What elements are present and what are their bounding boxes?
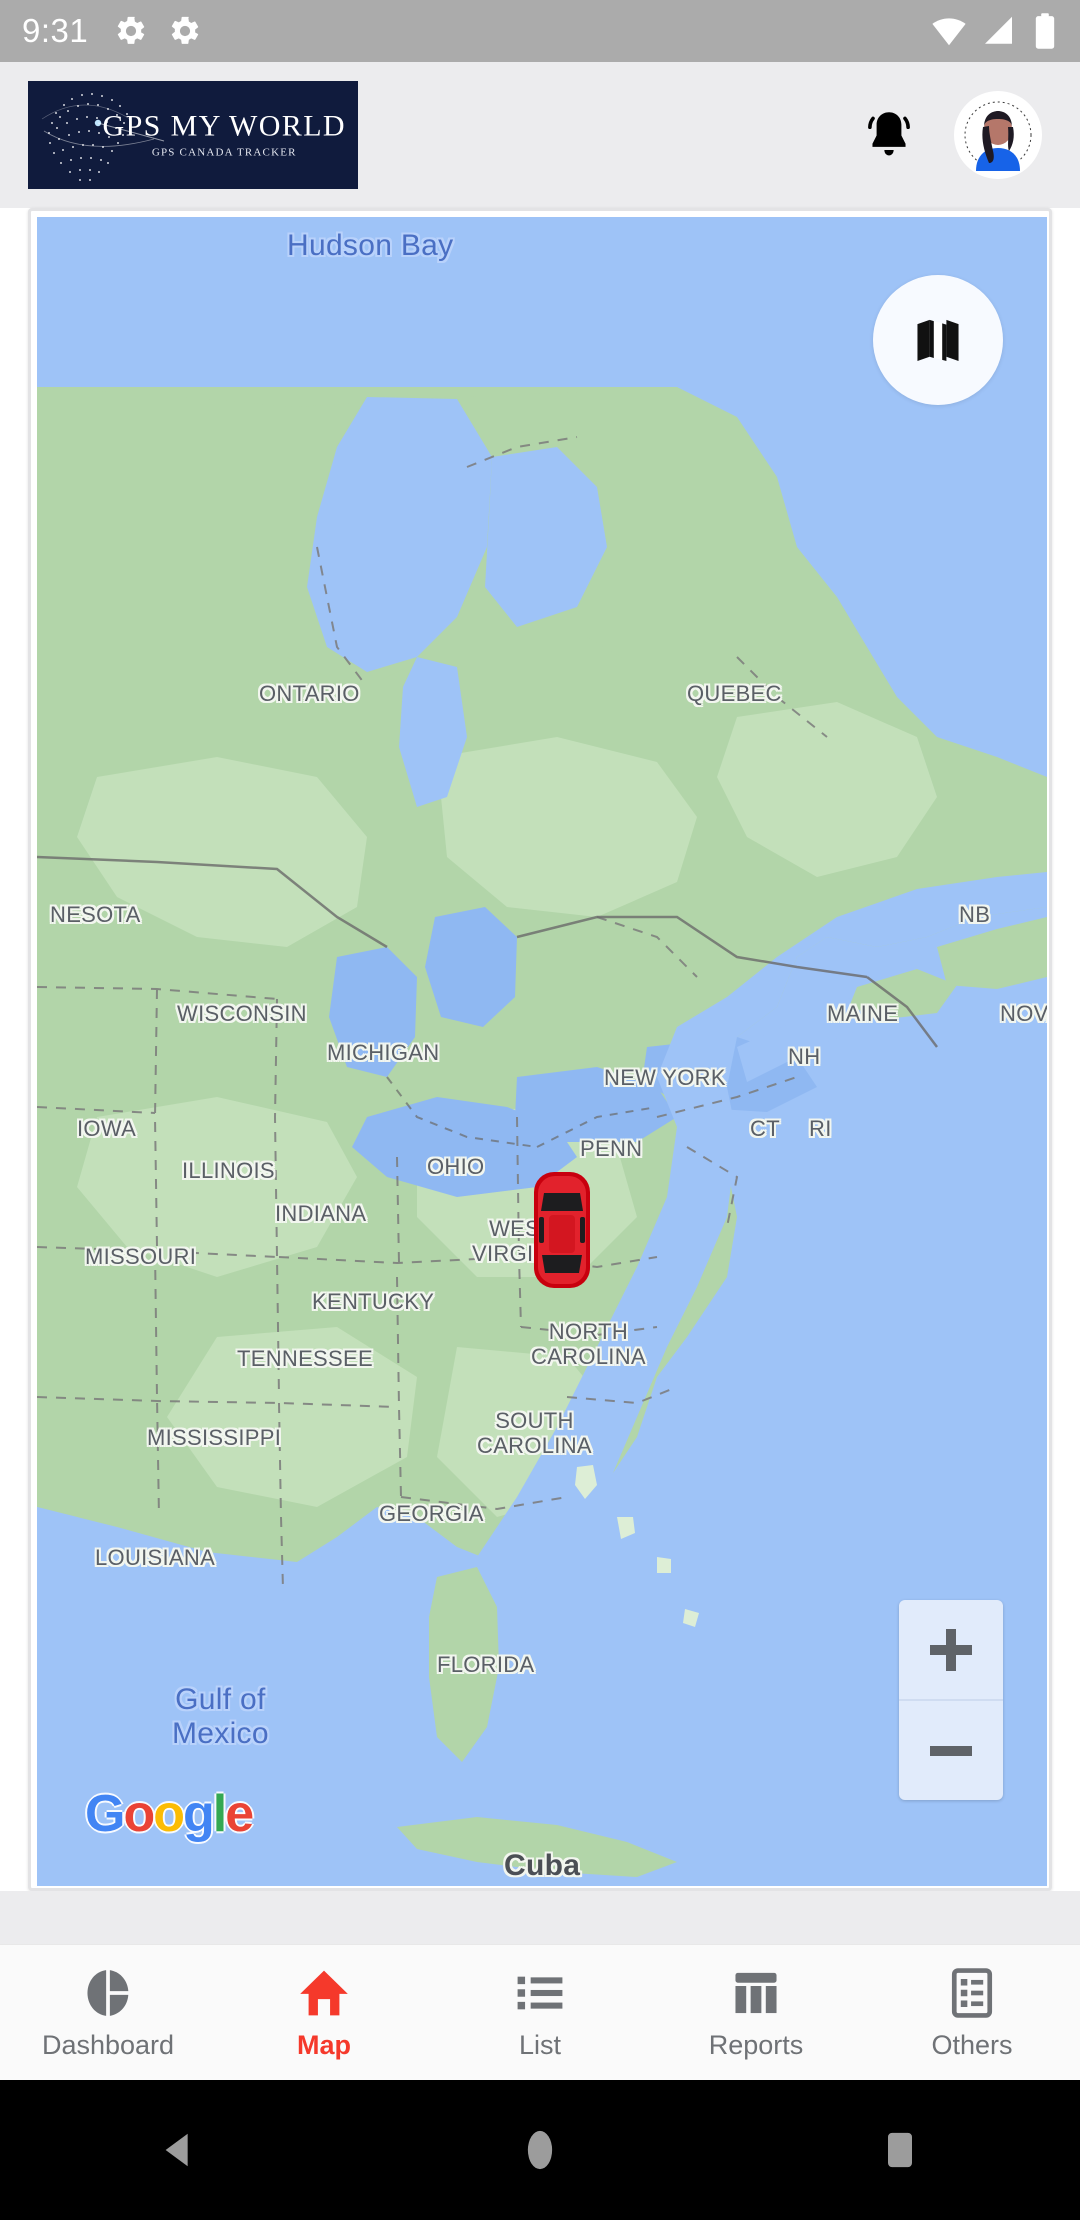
cellular-signal-icon [985,16,1012,44]
google-attribution: Google [85,1785,254,1843]
status-bar-right-icons [930,12,1058,50]
nav-label-map: Map [297,2029,351,2060]
android-back-button[interactable] [0,2127,360,2173]
recents-square-icon [888,2132,912,2168]
notifications-button[interactable] [854,100,924,170]
gear-icon [172,16,199,44]
android-home-button[interactable] [360,2124,720,2176]
logo-text: GPS MY WORLD GPS CANADA TRACKER [102,109,347,159]
reports-icon [735,1972,777,2013]
home-circle-icon [527,2130,553,2170]
bell-icon [868,112,910,156]
nav-label-others: Others [931,2029,1013,2060]
android-navigation-bar [0,2080,1080,2220]
status-bar: 9:31 [0,0,1080,62]
google-letter-o1: o [123,1785,155,1843]
app-bar: GPS MY WORLD GPS CANADA TRACKER [0,62,1080,208]
nav-item-map[interactable]: Map [216,1945,432,2080]
nav-label-dashboard: Dashboard [41,2029,175,2060]
map-canvas[interactable]: Hudson BayONTARIOQUEBECNBMAINENOVA SNESO… [37,217,1047,1886]
home-icon [300,1970,348,2015]
nav-item-dashboard[interactable]: Dashboard [0,1945,216,2080]
battery-icon [1035,13,1055,49]
google-letter-g: g [182,1785,215,1843]
avatar [956,93,1040,177]
wifi-icon [932,18,966,46]
content-divider [0,1891,1080,1944]
car-marker-icon [534,1172,590,1288]
google-letter-o2: o [153,1785,185,1843]
bottom-navigation-bar: Dashboard Map List Reports Others [0,1944,1080,2080]
zoom-out-button[interactable] [899,1701,1003,1800]
gear-icon [118,16,145,44]
status-bar-left-icons [114,14,202,48]
grid-list-icon [951,1967,993,2018]
back-triangle-icon [165,2133,188,2167]
nav-item-reports[interactable]: Reports [648,1945,864,2080]
vehicle-marker[interactable] [531,1169,593,1291]
nav-item-list[interactable]: List [432,1945,648,2080]
pie-chart-icon [87,1969,129,2016]
nav-item-others[interactable]: Others [864,1945,1080,2080]
map-layers-icon [917,319,959,361]
list-icon [517,1976,563,2009]
map-card: Hudson BayONTARIOQUEBECNBMAINENOVA SNESO… [28,208,1052,1891]
status-bar-time: 9:31 [22,12,89,49]
google-letter-l: l [212,1785,228,1843]
google-letter-G: G [85,1785,125,1843]
map-graphic [37,217,1047,1886]
logo-subtitle: GPS CANADA TRACKER [151,146,297,159]
map-layers-button[interactable] [873,275,1003,405]
minus-icon [930,1745,972,1756]
zoom-in-button[interactable] [899,1600,1003,1699]
user-avatar-button[interactable] [954,91,1042,179]
google-letter-e: e [225,1785,254,1843]
android-recents-button[interactable] [720,2126,1080,2174]
map-zoom-controls[interactable] [899,1600,1003,1800]
logo-title: GPS MY WORLD [102,109,346,143]
plus-icon-vertical [946,1628,956,1671]
app-logo[interactable]: GPS MY WORLD GPS CANADA TRACKER [28,81,358,189]
nav-label-reports: Reports [708,2029,804,2060]
nav-label-list: List [518,2029,562,2060]
